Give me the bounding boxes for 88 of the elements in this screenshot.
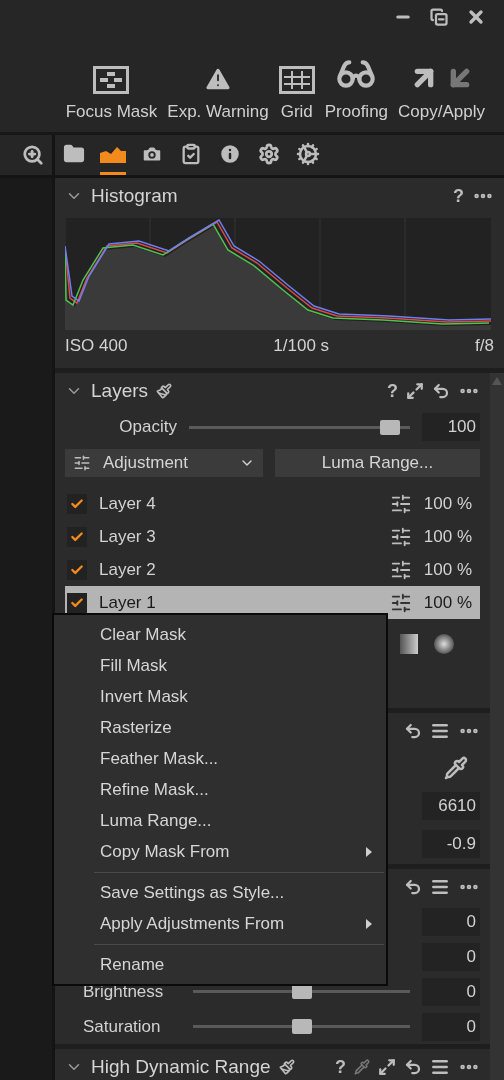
layer-checkbox[interactable]: [67, 526, 87, 547]
reset-icon[interactable]: [404, 1058, 422, 1076]
expand-icon[interactable]: [406, 382, 424, 400]
restore-icon[interactable]: [430, 8, 448, 26]
layer-name: Layer 3: [99, 526, 157, 547]
menu-icon[interactable]: [430, 721, 450, 741]
layer-name: Layer 2: [99, 559, 157, 580]
menu-item[interactable]: Apply Adjustments From: [54, 908, 386, 939]
value-field[interactable]: 0: [422, 1012, 480, 1041]
help-button[interactable]: ?: [387, 380, 398, 402]
brush-icon[interactable]: [278, 1059, 295, 1075]
menu-item[interactable]: Luma Range...: [54, 805, 386, 836]
help-button[interactable]: ?: [453, 185, 464, 207]
slider-label: Brightness: [82, 981, 165, 1002]
close-icon[interactable]: [466, 7, 486, 27]
check-icon: [70, 562, 84, 577]
shutter-value: 1/100 s: [273, 336, 330, 356]
value-field[interactable]: 6610: [422, 792, 480, 820]
iso-value: ISO 400: [65, 336, 128, 356]
grid-icon: [278, 66, 315, 94]
opacity-field[interactable]: 100: [422, 413, 480, 441]
reset-icon[interactable]: [432, 382, 450, 400]
menu-item[interactable]: Copy Mask From: [54, 836, 386, 867]
menu-item[interactable]: Invert Mask: [54, 681, 386, 712]
sliders-icon: [389, 558, 412, 581]
help-button[interactable]: ?: [335, 1056, 346, 1078]
value-field[interactable]: -0.9: [422, 830, 480, 858]
folder-icon: [63, 142, 85, 165]
pipette-icon[interactable]: [444, 756, 468, 780]
layer-row[interactable]: Layer 4 100 %: [65, 487, 480, 520]
layer-row[interactable]: Layer 3 100 %: [65, 520, 480, 553]
menu-item[interactable]: Rasterize: [54, 712, 386, 743]
menu-icon[interactable]: [430, 877, 450, 897]
layer-opacity: 100 %: [423, 592, 472, 613]
value-field[interactable]: 0: [422, 943, 480, 972]
toolbar-button[interactable]: Exp. Warning: [162, 64, 274, 122]
histogram-icon: [100, 144, 126, 163]
reset-icon[interactable]: [404, 722, 422, 740]
pipette-icon[interactable]: [354, 1059, 370, 1075]
sliders-icon: [73, 454, 91, 472]
panel-title: Histogram: [91, 185, 178, 207]
toolbar-button[interactable]: Focus Mask: [60, 66, 163, 122]
toolbar-button[interactable]: Proofing: [319, 54, 394, 122]
zoom-in-icon[interactable]: [22, 144, 44, 166]
check-icon: [70, 529, 84, 544]
layer-checkbox[interactable]: [67, 559, 87, 580]
brush-icon[interactable]: [156, 383, 173, 399]
menu-item[interactable]: Feather Mask...: [54, 743, 386, 774]
sliders-icon: [389, 591, 412, 614]
layer-opacity: 100 %: [423, 559, 472, 580]
menu-item[interactable]: Refine Mask...: [54, 774, 386, 805]
check-icon: [70, 595, 84, 610]
menu-item[interactable]: Rename: [54, 949, 386, 980]
menu-icon[interactable]: [430, 1057, 450, 1077]
value-field[interactable]: 0: [422, 908, 480, 937]
value-field[interactable]: 0: [422, 977, 480, 1006]
layer-opacity: 100 %: [423, 526, 472, 547]
layer-checkbox[interactable]: [67, 493, 87, 514]
luma-range-button[interactable]: Luma Range...: [275, 449, 480, 477]
slider-label: Saturation: [82, 1016, 162, 1037]
layer-type-dropdown[interactable]: Adjustment: [65, 449, 263, 477]
reset-icon[interactable]: [404, 878, 422, 896]
opacity-label: Opacity: [118, 417, 177, 437]
layer-checkbox[interactable]: [67, 592, 87, 613]
menu-item[interactable]: Clear Mask: [54, 619, 386, 650]
focus-mask-icon: [93, 66, 130, 94]
expand-icon[interactable]: [378, 1058, 396, 1076]
linear-gradient-icon[interactable]: [400, 634, 418, 654]
sliders-icon: [389, 492, 412, 515]
aperture-value: f/8: [475, 336, 494, 356]
scrollbar[interactable]: [490, 373, 504, 1080]
panel-title: Layers: [91, 380, 149, 402]
slider-thumb[interactable]: [291, 1019, 312, 1035]
toolbar-button[interactable]: Copy/Apply: [393, 62, 490, 122]
clipboard-check-icon: [180, 142, 202, 165]
check-icon: [70, 496, 84, 511]
gear-icon: [258, 142, 280, 165]
layer-name: Layer 4: [99, 493, 157, 514]
menu-item[interactable]: Save Settings as Style...: [54, 877, 386, 908]
layer-row[interactable]: Layer 2 100 %: [65, 553, 480, 586]
sliders-icon: [389, 525, 412, 548]
layer-opacity: 100 %: [423, 493, 472, 514]
slider-thumb[interactable]: [379, 419, 400, 435]
radial-gradient-icon[interactable]: [434, 634, 454, 654]
layer-name: Layer 1: [99, 592, 157, 613]
panel-title: High Dynamic Range: [91, 1056, 271, 1078]
toolbar-button[interactable]: Grid: [273, 66, 320, 122]
menu-item[interactable]: Fill Mask: [54, 650, 386, 681]
